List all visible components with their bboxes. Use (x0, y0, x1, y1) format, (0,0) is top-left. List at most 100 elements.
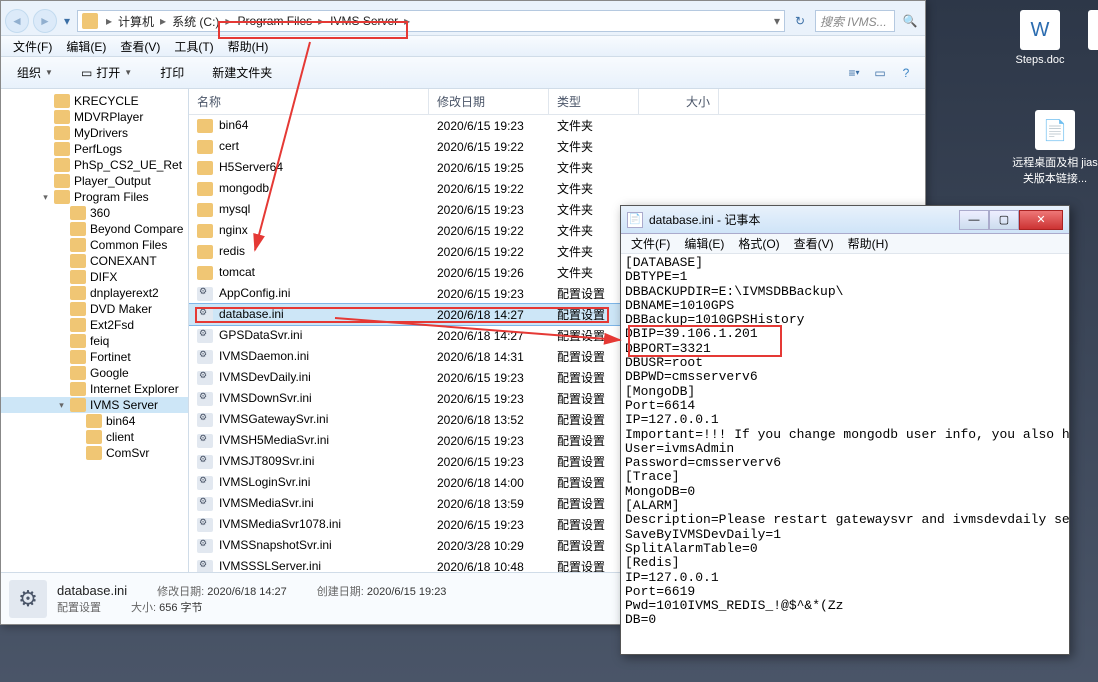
sidebar-item[interactable]: MDVRPlayer (1, 109, 188, 125)
expand-icon[interactable] (41, 129, 50, 138)
sidebar-item[interactable]: PhSp_CS2_UE_Ret (1, 157, 188, 173)
file-row[interactable]: H5Server642020/6/15 19:25文件夹 (189, 157, 925, 178)
expand-icon[interactable] (57, 225, 66, 234)
expand-icon[interactable] (41, 113, 50, 122)
sidebar-item[interactable]: client (1, 429, 188, 445)
breadcrumb-caret[interactable]: ▸ (102, 14, 116, 28)
column-name[interactable]: 名称 (189, 89, 429, 114)
expand-icon[interactable] (41, 97, 50, 106)
breadcrumb-ivms-server[interactable]: IVMS Server (328, 14, 400, 28)
menu-view[interactable]: 查看(V) (114, 36, 166, 57)
minimize-button[interactable]: — (959, 210, 989, 230)
expand-icon[interactable]: ▾ (57, 401, 66, 410)
nav-forward-button[interactable]: ► (33, 9, 57, 33)
menu-bar: 文件(F) 编辑(E) 查看(V) 工具(T) 帮助(H) (1, 35, 925, 57)
sidebar-item[interactable]: Common Files (1, 237, 188, 253)
desktop-icon-wi[interactable]: 📄 Wi (1078, 10, 1098, 66)
sidebar-item[interactable]: feiq (1, 333, 188, 349)
sidebar-item[interactable]: KRECYCLE (1, 93, 188, 109)
column-date[interactable]: 修改日期 (429, 89, 549, 114)
sidebar-tree[interactable]: KRECYCLEMDVRPlayerMyDriversPerfLogsPhSp_… (1, 89, 189, 572)
file-row[interactable]: bin642020/6/15 19:23文件夹 (189, 115, 925, 136)
sidebar-item[interactable]: Beyond Compare (1, 221, 188, 237)
file-row[interactable]: mongodb2020/6/15 19:22文件夹 (189, 178, 925, 199)
np-menu-view[interactable]: 查看(V) (788, 233, 840, 254)
column-type[interactable]: 类型 (549, 89, 639, 114)
nav-back-button[interactable]: ◄ (5, 9, 29, 33)
open-button[interactable]: ▭打开▼ (73, 60, 140, 85)
file-name: IVMSSSLServer.ini (219, 559, 321, 572)
search-input[interactable]: 搜索 IVMS... (815, 10, 895, 32)
expand-icon[interactable] (57, 209, 66, 218)
notepad-title-bar[interactable]: 📄 database.ini - 记事本 — ▢ ✕ (621, 206, 1069, 234)
expand-icon[interactable] (57, 385, 66, 394)
help-icon[interactable]: ? (895, 62, 917, 84)
expand-icon[interactable] (57, 241, 66, 250)
sidebar-item[interactable]: DVD Maker (1, 301, 188, 317)
view-options-icon[interactable]: ≡▾ (843, 62, 865, 84)
expand-icon[interactable] (73, 433, 82, 442)
print-button[interactable]: 打印 (152, 60, 192, 85)
breadcrumb[interactable]: ▸ 计算机 ▸ 系统 (C:) ▸ Program Files ▸ IVMS S… (77, 10, 785, 32)
menu-file[interactable]: 文件(F) (7, 36, 58, 57)
sidebar-item[interactable]: CONEXANT (1, 253, 188, 269)
expand-icon[interactable] (73, 417, 82, 426)
sidebar-item[interactable]: DIFX (1, 269, 188, 285)
column-size[interactable]: 大小 (639, 89, 719, 114)
expand-icon[interactable] (57, 257, 66, 266)
expand-icon[interactable]: ▾ (41, 193, 50, 202)
expand-icon[interactable] (41, 161, 50, 170)
breadcrumb-caret[interactable]: ▸ (221, 14, 235, 28)
expand-icon[interactable] (57, 289, 66, 298)
desktop-icon-remote[interactable]: 📄 远程桌面及相 jias 关版本链接... (1010, 110, 1098, 186)
expand-icon[interactable] (57, 337, 66, 346)
sidebar-item[interactable]: 360 (1, 205, 188, 221)
breadcrumb-program-files[interactable]: Program Files (235, 14, 314, 28)
breadcrumb-drive-c[interactable]: 系统 (C:) (170, 13, 221, 30)
column-headers[interactable]: 名称 修改日期 类型 大小 (189, 89, 925, 115)
sidebar-item[interactable]: bin64 (1, 413, 188, 429)
sidebar-item[interactable]: ComSvr (1, 445, 188, 461)
sidebar-item[interactable]: ▾Program Files (1, 189, 188, 205)
sidebar-item[interactable]: MyDrivers (1, 125, 188, 141)
np-menu-help[interactable]: 帮助(H) (842, 233, 895, 254)
preview-pane-icon[interactable]: ▭ (869, 62, 891, 84)
sidebar-item[interactable]: ▾IVMS Server (1, 397, 188, 413)
sidebar-item[interactable]: Internet Explorer (1, 381, 188, 397)
expand-icon[interactable] (57, 273, 66, 282)
expand-icon[interactable] (41, 177, 50, 186)
breadcrumb-dropdown[interactable]: ▾ (770, 14, 784, 28)
expand-icon[interactable] (41, 145, 50, 154)
expand-icon[interactable] (57, 321, 66, 330)
sidebar-item[interactable]: Fortinet (1, 349, 188, 365)
expand-icon[interactable] (73, 449, 82, 458)
new-folder-button[interactable]: 新建文件夹 (204, 60, 280, 85)
menu-edit[interactable]: 编辑(E) (60, 36, 112, 57)
menu-help[interactable]: 帮助(H) (222, 36, 275, 57)
notepad-content[interactable]: [DATABASE] DBTYPE=1 DBBACKUPDIR=E:\IVMSD… (621, 254, 1069, 654)
refresh-button[interactable]: ↻ (789, 10, 811, 32)
menu-tools[interactable]: 工具(T) (168, 36, 219, 57)
expand-icon[interactable] (57, 369, 66, 378)
maximize-button[interactable]: ▢ (989, 210, 1019, 230)
sidebar-item[interactable]: PerfLogs (1, 141, 188, 157)
nav-history-dropdown[interactable]: ▾ (61, 9, 73, 33)
breadcrumb-computer[interactable]: 计算机 (116, 13, 156, 30)
breadcrumb-caret[interactable]: ▸ (156, 14, 170, 28)
breadcrumb-caret[interactable]: ▸ (400, 14, 414, 28)
search-icon[interactable]: 🔍 (899, 10, 921, 32)
sidebar-item[interactable]: Ext2Fsd (1, 317, 188, 333)
sidebar-item[interactable]: Google (1, 365, 188, 381)
np-menu-file[interactable]: 文件(F) (625, 233, 676, 254)
np-menu-edit[interactable]: 编辑(E) (678, 233, 730, 254)
desktop-icon-steps[interactable]: W Steps.doc (1010, 10, 1070, 66)
sidebar-item[interactable]: Player_Output (1, 173, 188, 189)
expand-icon[interactable] (57, 353, 66, 362)
organize-button[interactable]: 组织▼ (9, 60, 61, 85)
file-row[interactable]: cert2020/6/15 19:22文件夹 (189, 136, 925, 157)
sidebar-item[interactable]: dnplayerext2 (1, 285, 188, 301)
expand-icon[interactable] (57, 305, 66, 314)
breadcrumb-caret[interactable]: ▸ (314, 14, 328, 28)
close-button[interactable]: ✕ (1019, 210, 1063, 230)
np-menu-format[interactable]: 格式(O) (732, 233, 785, 254)
